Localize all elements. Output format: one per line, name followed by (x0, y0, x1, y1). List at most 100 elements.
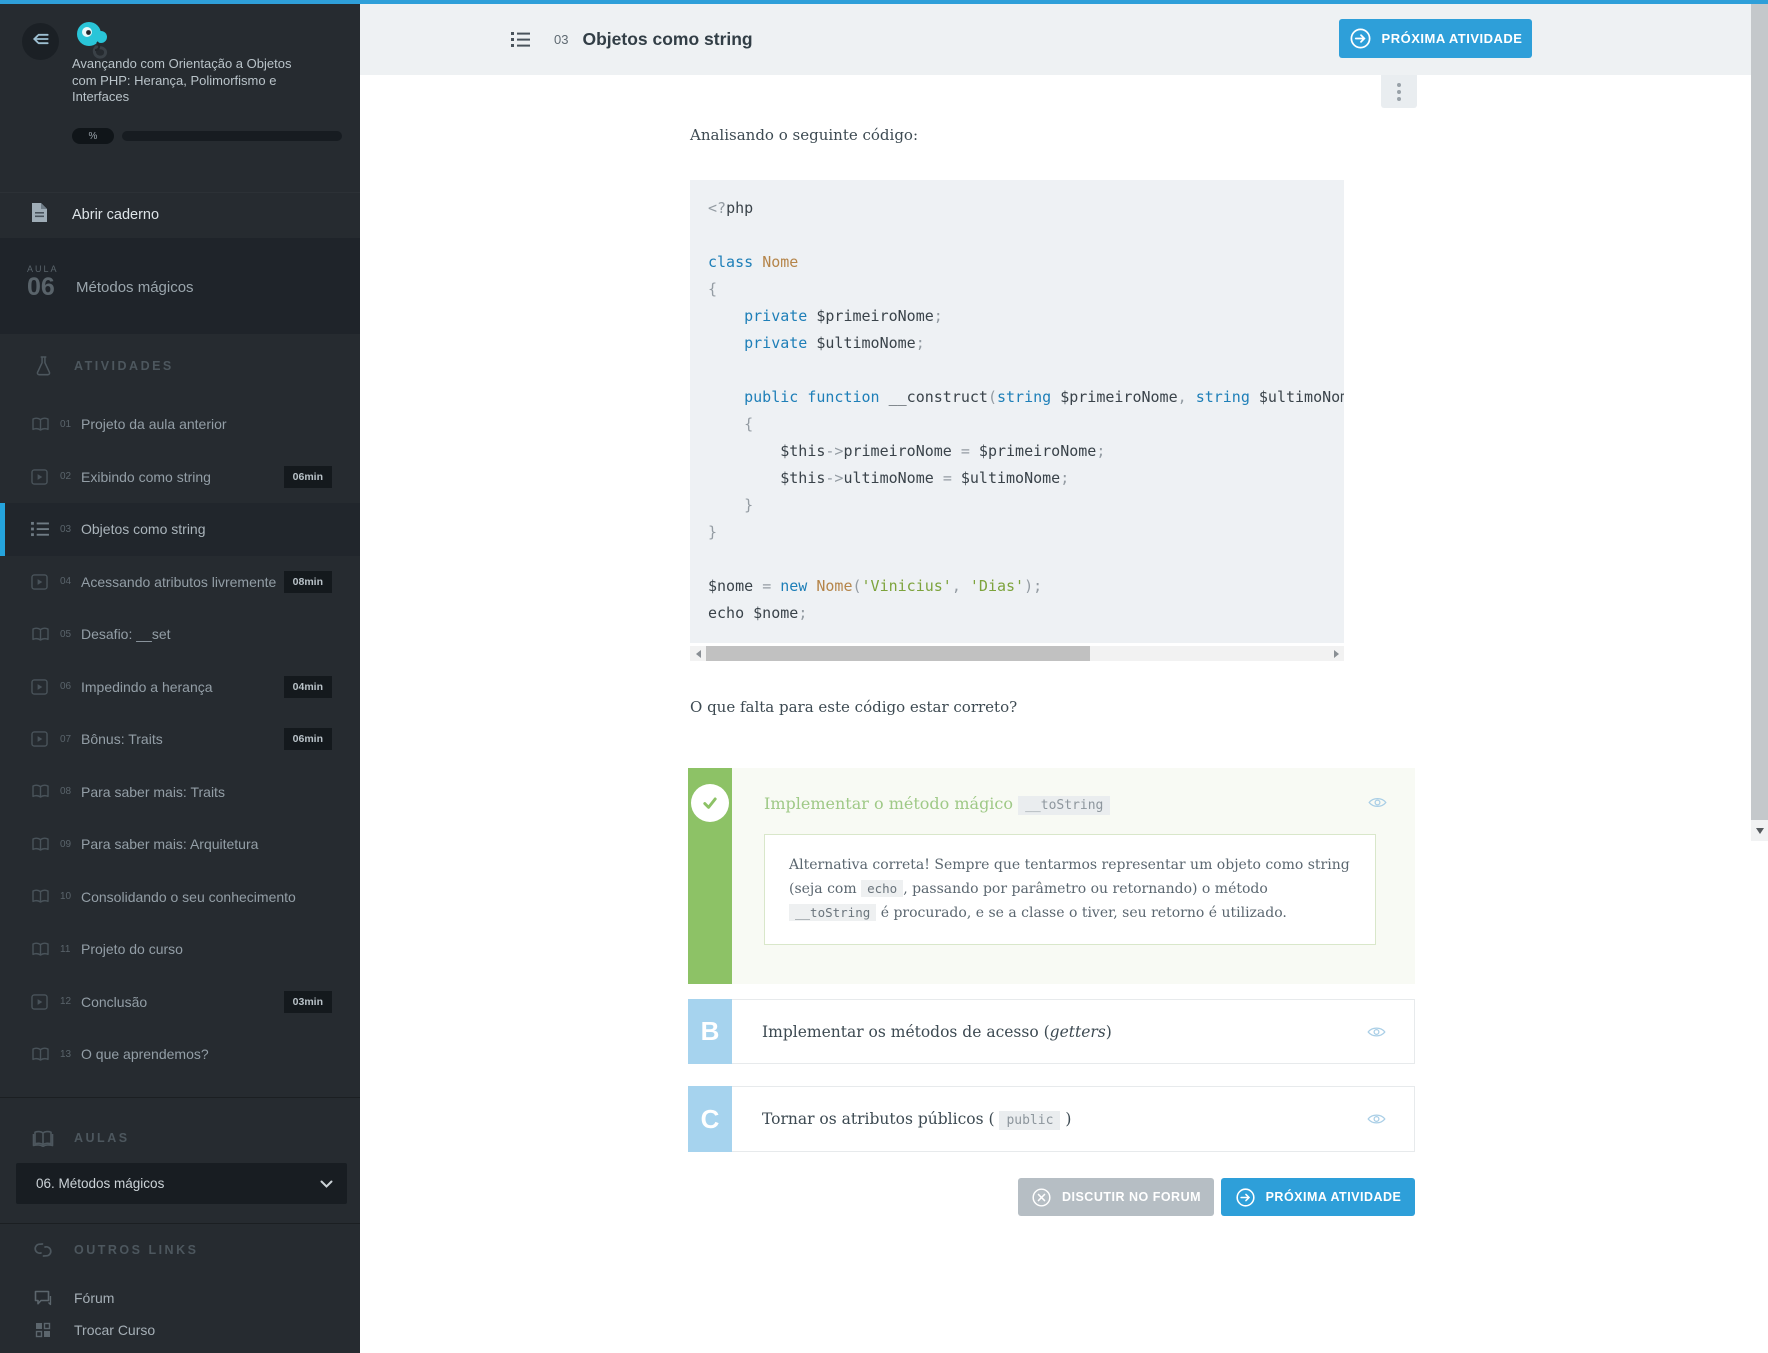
activity-number: 01 (60, 419, 77, 430)
sidebar-activity-09[interactable]: 09 Para saber mais: Arquitetura (0, 818, 360, 871)
inline-code-chip: public (999, 1111, 1060, 1130)
sidebar-activity-06[interactable]: 06Impedindo a herança04min (0, 661, 360, 714)
vertical-scrollbar-thumb[interactable] (1751, 4, 1768, 820)
sidebar-activity-10[interactable]: 10Consolidando o seu conhecimento (0, 871, 360, 924)
list-icon (31, 521, 51, 537)
activity-number: 10 (60, 891, 77, 902)
more-options-button[interactable] (1381, 75, 1417, 108)
aulas-section-label: AULAS (74, 1131, 130, 1145)
sidebar-activity-04[interactable]: 04 Acessando atributos livremente 08min (0, 556, 360, 609)
video-icon (31, 994, 51, 1010)
forum-label: Fórum (74, 1290, 114, 1306)
activity-label: Exibindo como string (81, 469, 211, 485)
activity-number: 13 (60, 1049, 77, 1060)
aulas-section-header: AULAS (0, 1124, 360, 1152)
inline-code-chip: echo (861, 880, 903, 897)
chat-icon (32, 1290, 54, 1307)
book-icon (31, 942, 51, 957)
activity-number: 08 (60, 786, 77, 797)
flask-icon (31, 355, 55, 377)
next-activity-button-bottom[interactable]: PRÓXIMA ATIVIDADE (1221, 1178, 1415, 1216)
lesson-select-dropdown[interactable]: 06. Métodos mágicos (16, 1163, 347, 1204)
page-vertical-scrollbar[interactable] (1751, 4, 1768, 841)
collapse-sidebar-button[interactable] (22, 23, 59, 60)
sidebar-activity-11[interactable]: 11Projeto do curso (0, 923, 360, 976)
option-c-body: Tornar os atributos públicos ( public ) (732, 1086, 1415, 1152)
activity-number: 02 (60, 471, 77, 482)
code-horizontal-scrollbar[interactable] (690, 646, 1344, 661)
document-icon (31, 202, 48, 228)
activities-section-label: ATIVIDADES (74, 359, 174, 373)
collapse-icon (31, 29, 51, 54)
activity-number: 04 (60, 576, 77, 587)
grid-icon (32, 1322, 54, 1338)
scroll-right-arrow-icon[interactable] (1328, 646, 1344, 661)
discuss-forum-label: DISCUTIR NO FORUM (1062, 1190, 1201, 1204)
next-activity-label: PRÓXIMA ATIVIDADE (1382, 31, 1523, 46)
sidebar-activity-08[interactable]: 08Para saber mais: Traits (0, 766, 360, 819)
sidebar-activity-05[interactable]: 05 Desafio: __set (0, 608, 360, 661)
sidebar-activity-01[interactable]: 01 Projeto da aula anterior (0, 398, 360, 451)
option-a-body: Implementar o método mágico __toString A… (732, 768, 1415, 984)
sidebar-activity-02[interactable]: 02 Exibindo como string 06min (0, 451, 360, 504)
activity-label: Acessando atributos livremente (81, 574, 276, 590)
duration-badge: 06min (284, 466, 332, 488)
activity-label: Para saber mais: Arquitetura (81, 836, 258, 852)
discuss-forum-button[interactable]: DISCUTIR NO FORUM (1018, 1178, 1214, 1216)
next-activity-button-top[interactable]: PRÓXIMA ATIVIDADE (1339, 19, 1532, 58)
forum-circle-icon (1031, 1187, 1052, 1208)
open-notebook-button[interactable]: Abrir caderno (0, 192, 360, 236)
video-icon (31, 679, 51, 695)
page-title: Objetos como string (582, 29, 752, 50)
current-lesson-block: AULA 06 Métodos mágicos (0, 238, 360, 334)
video-icon (31, 731, 51, 747)
activity-number: 09 (60, 839, 77, 850)
video-icon (31, 574, 51, 590)
activity-number: 07 (60, 734, 77, 745)
eye-icon[interactable] (1368, 796, 1387, 809)
sidebar-activity-12[interactable]: 12Conclusão03min (0, 976, 360, 1029)
activity-label: Objetos como string (81, 521, 206, 537)
sidebar-item-trocar-curso[interactable]: Trocar Curso (0, 1315, 360, 1345)
next-activity-label: PRÓXIMA ATIVIDADE (1266, 1190, 1402, 1204)
progress-percent-badge: % (72, 128, 114, 144)
other-links-section-header: OUTROS LINKS (0, 1236, 360, 1264)
code-block: <?php class Nome{ private $primeiroNome;… (690, 180, 1344, 643)
activities-section-header: ATIVIDADES (0, 352, 360, 380)
book-icon (31, 417, 51, 432)
activity-number: 05 (60, 629, 77, 640)
course-player: Avançando com Orientação a Objetos com P… (0, 0, 1768, 1353)
activities-list: 01 Projeto da aula anterior 02 Exibindo com… (0, 398, 360, 1081)
lesson-title: Métodos mágicos (76, 279, 194, 296)
option-b-letter: B (688, 999, 732, 1064)
scroll-down-arrow-icon[interactable] (1751, 820, 1768, 841)
activity-label: Impedindo a herança (81, 679, 213, 695)
eye-icon[interactable] (1367, 1113, 1386, 1126)
activity-number: 03 (60, 524, 77, 535)
answer-option-c[interactable]: C Tornar os atributos públicos ( public … (688, 1086, 1415, 1152)
trocar-curso-label: Trocar Curso (74, 1322, 155, 1338)
option-a-text: Implementar o método mágico __toString (764, 794, 1379, 813)
scroll-left-arrow-icon[interactable] (690, 646, 706, 661)
lesson-number: 06 (27, 274, 59, 300)
duration-badge: 08min (284, 571, 332, 593)
eye-icon[interactable] (1367, 1025, 1386, 1038)
horizontal-scrollbar-thumb[interactable] (706, 646, 1090, 661)
section-divider (0, 1223, 360, 1224)
exercise-intro: Analisando o seguinte código: (690, 126, 918, 144)
section-divider (0, 1097, 360, 1098)
lesson-select-value: 06. Métodos mágicos (36, 1176, 164, 1191)
book-icon (31, 784, 51, 799)
answer-option-b[interactable]: B Implementar os métodos de acesso (gett… (688, 999, 1415, 1064)
activity-number: 03 (554, 32, 568, 47)
sidebar-activity-03[interactable]: 03 Objetos como string (0, 503, 360, 556)
open-notebook-label: Abrir caderno (72, 207, 159, 223)
answer-option-a-correct[interactable]: Implementar o método mágico __toString A… (688, 768, 1415, 984)
activity-label: Projeto da aula anterior (81, 416, 227, 432)
activity-label: Desafio: __set (81, 626, 171, 642)
sidebar-item-forum[interactable]: Fórum (0, 1283, 360, 1313)
duration-badge: 06min (284, 728, 332, 750)
sidebar-activity-13[interactable]: 13O que aprendemos? (0, 1028, 360, 1081)
code-lines: <?php class Nome{ private $primeiroNome;… (708, 195, 1344, 627)
sidebar-activity-07[interactable]: 07Bônus: Traits06min (0, 713, 360, 766)
